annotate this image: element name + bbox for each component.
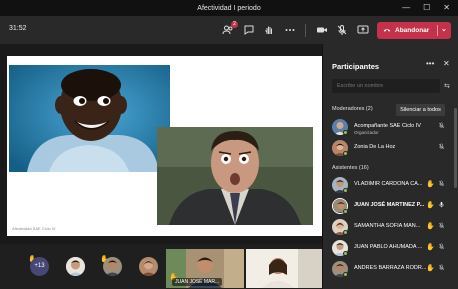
share-invite-icon[interactable]: ⇆ xyxy=(444,82,450,90)
attendees-section-label[interactable]: Asistentes (16) xyxy=(332,165,369,171)
phone-hangup-icon xyxy=(383,26,391,36)
mic-off-icon xyxy=(438,243,445,252)
leave-label: Abandonar xyxy=(395,27,430,34)
close-window-button[interactable]: ✕ xyxy=(443,0,450,16)
participants-filmstrip: ✋ +13 ✋ ✋ JUAN JOSÉ MAR... xyxy=(0,244,322,289)
chat-icon xyxy=(244,25,254,35)
participant-name: SAMANTHA SOFIA MAN... xyxy=(354,223,421,229)
participant-name: ANDRES BARRAZA RODR... xyxy=(354,265,427,271)
participant-row[interactable]: VLADIMIR CARDONA CA... ✋ xyxy=(332,177,456,195)
participants-panel: Participantes ••• ✕ ⇆ Moderadores (2) Si… xyxy=(322,44,458,289)
avatar[interactable] xyxy=(66,257,85,276)
teams-meeting-window: Afectividad I periodo — ☐ ✕ 31:52 2 Aban… xyxy=(0,0,458,289)
leave-divider xyxy=(437,25,438,36)
slide-watermark: Afectividad SAE Ciclo IV xyxy=(12,226,56,231)
panel-scrollbar[interactable] xyxy=(454,108,457,188)
presentation-slide: Afectividad SAE Ciclo IV xyxy=(7,56,322,236)
mic-off-icon xyxy=(438,122,445,131)
participant-name: JUAN PABLO AHUMADA ... xyxy=(354,244,423,250)
participant-row[interactable]: SAMANTHA SOFIA MAN... ✋ xyxy=(332,219,456,237)
avatar[interactable] xyxy=(103,257,122,276)
toolbar-divider xyxy=(305,24,306,37)
camera-button[interactable] xyxy=(314,22,330,38)
mic-off-icon xyxy=(438,180,445,189)
panel-close-icon[interactable]: ✕ xyxy=(443,59,450,68)
panel-title: Participantes xyxy=(332,62,380,71)
status-indicator xyxy=(343,130,348,135)
participant-row[interactable]: JUAN PABLO AHUMADA ... ✋ xyxy=(332,240,456,258)
status-indicator xyxy=(343,251,348,256)
camera-icon xyxy=(317,27,327,33)
microphone-button[interactable] xyxy=(334,22,350,38)
mic-off-icon xyxy=(438,222,445,231)
slide-photo-man xyxy=(157,127,313,225)
ellipsis-icon xyxy=(285,29,295,31)
participant-search-input[interactable] xyxy=(332,79,440,93)
status-indicator xyxy=(343,151,348,156)
participant-row[interactable]: Acompañante SAE Ciclo IV Organizador xyxy=(332,119,456,137)
meeting-toolbar: 31:52 2 Abandonar ⌄ xyxy=(0,16,458,44)
mic-on-icon xyxy=(438,201,445,210)
participant-name: VLADIMIR CARDONA CA... xyxy=(354,181,423,187)
participants-button[interactable]: 2 xyxy=(220,21,238,38)
raised-hand-icon: ✋ xyxy=(426,265,435,272)
mic-off-icon xyxy=(438,143,445,152)
chat-button[interactable] xyxy=(241,22,257,38)
share-screen-icon xyxy=(357,25,369,34)
participant-row[interactable]: Zonia De La Hoz xyxy=(332,140,456,158)
video-tile[interactable]: ✋ JUAN JOSÉ MAR... xyxy=(166,249,244,288)
more-actions-button[interactable] xyxy=(282,22,298,38)
raised-hand-icon: ✋ xyxy=(426,202,435,209)
title-bar: Afectividad I periodo — ☐ ✕ xyxy=(0,0,458,16)
panel-more-options-icon[interactable]: ••• xyxy=(426,59,434,68)
status-indicator xyxy=(343,188,348,193)
maximize-button[interactable]: ☐ xyxy=(423,0,430,16)
mic-off-icon xyxy=(337,25,347,35)
raised-hand-icon: ✋ xyxy=(426,223,435,230)
hand-icon xyxy=(265,26,272,34)
more-participants-count[interactable]: +13 xyxy=(30,257,49,276)
leave-options-chevron-icon[interactable]: ⌄ xyxy=(441,25,447,33)
raised-hand-icon: ✋ xyxy=(426,181,435,188)
status-indicator xyxy=(343,272,348,277)
mute-all-button[interactable]: Silenciar a todos xyxy=(396,104,445,116)
avatar[interactable] xyxy=(139,257,158,276)
share-screen-button[interactable] xyxy=(355,22,371,38)
participant-role: Organizador xyxy=(354,130,379,135)
participant-name: JUAN JOSÉ MARTINEZ P... xyxy=(354,202,425,208)
raise-hand-button[interactable] xyxy=(261,22,277,38)
video-tile-label: JUAN JOSÉ MAR... xyxy=(172,278,223,286)
window-controls: — ☐ ✕ xyxy=(402,0,456,16)
window-title: Afectividad I periodo xyxy=(197,4,261,12)
meeting-timer: 31:52 xyxy=(9,25,27,32)
participant-row[interactable]: ANDRES BARRAZA RODR... ✋ xyxy=(332,261,456,279)
participants-badge: 2 xyxy=(231,21,238,28)
shared-content-stage: Afectividad SAE Ciclo IV xyxy=(0,44,322,244)
mic-off-icon xyxy=(438,264,445,273)
video-tile[interactable] xyxy=(246,249,322,288)
status-indicator xyxy=(343,209,348,214)
participant-name: Acompañante SAE Ciclo IV xyxy=(354,123,421,129)
slide-photo-child xyxy=(9,65,170,172)
participant-name: Zonia De La Hoz xyxy=(354,144,396,150)
status-indicator xyxy=(343,230,348,235)
minimize-button[interactable]: — xyxy=(402,0,410,16)
moderators-section-label[interactable]: Moderadores (2) xyxy=(332,106,373,112)
participant-row[interactable]: JUAN JOSÉ MARTINEZ P... ✋ xyxy=(332,198,456,216)
raised-hand-icon: ✋ xyxy=(426,244,435,251)
leave-meeting-button[interactable]: Abandonar ⌄ xyxy=(377,22,451,39)
